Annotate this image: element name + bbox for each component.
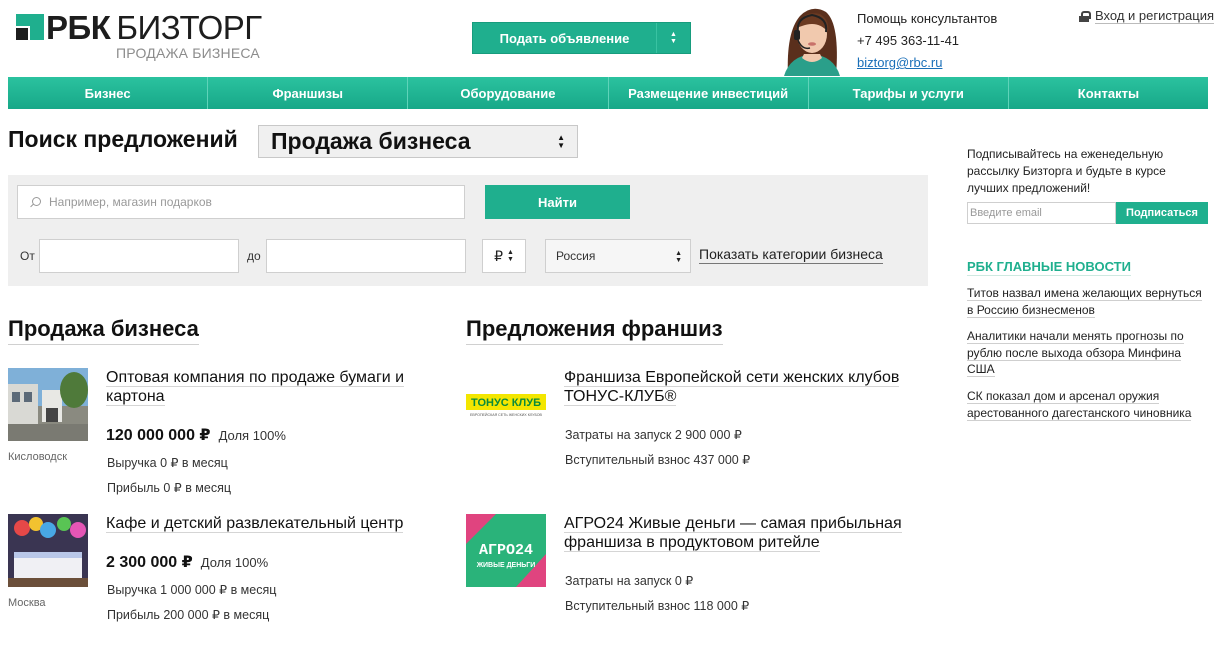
nav-item-franchises[interactable]: Франшизы [208, 77, 409, 109]
updown-arrows-icon: ▲ ▼ [506, 249, 514, 263]
listing-title[interactable]: Кафе и детский развлекательный центр [106, 514, 426, 533]
show-categories-link[interactable]: Показать категории бизнеса [699, 246, 883, 264]
category-select[interactable]: Продажа бизнеса ▲ ▼ [258, 125, 578, 158]
search-placeholder: Например, магазин подарков [49, 195, 212, 209]
listing-price-value: 120 000 000 ₽ [106, 427, 211, 444]
logo[interactable]: РБК БИЗТОРГ ПРОДАЖА БИЗНЕСА [16, 10, 262, 62]
updown-arrows-icon: ▲ ▼ [675, 250, 682, 264]
nav-item-tariffs[interactable]: Тарифы и услуги [809, 77, 1009, 109]
news-item-text: Титов назвал имена желающих вернуться в … [967, 286, 1202, 318]
news-item-text: Аналитики начали менять прогнозы по рубл… [967, 329, 1184, 377]
nav-item-investments[interactable]: Размещение инвестиций [609, 77, 809, 109]
logo-subtitle: ПРОДАЖА БИЗНЕСА [116, 45, 260, 61]
price-to-label: до [247, 249, 261, 263]
franchise-entry-fee: Вступительный взнос 437 000 ₽ [565, 453, 751, 467]
listing-share: Доля 100% [200, 555, 269, 570]
help-email-link[interactable]: biztorg@rbc.ru [857, 52, 997, 74]
franchise-logo-sub: ЕВРОПЕЙСКАЯ СЕТЬ ЖЕНСКИХ КЛУБОВ [470, 413, 543, 417]
find-button[interactable]: Найти [485, 185, 630, 219]
email-placeholder: Введите email [970, 207, 1042, 219]
search-panel: Например, магазин подарков Найти От до ₽… [8, 175, 928, 286]
subscribe-text: Подписывайтесь на еженедельную рассылку … [967, 147, 1166, 195]
help-phone[interactable]: +7 495 363-11-41 [857, 30, 997, 52]
listing-revenue: Выручка 1 000 000 ₽ в месяц [107, 583, 277, 597]
franchise-section-title: Предложения франшиз [466, 316, 723, 345]
logo-biztorg: БИЗТОРГ [116, 9, 262, 46]
news-section-title[interactable]: РБК ГЛАВНЫЕ НОВОСТИ [967, 259, 1131, 276]
franchise-title-text: АГРО24 Живые деньги — самая прибыльная ф… [564, 515, 902, 552]
listing-share: Доля 100% [218, 428, 286, 443]
listing-profit: Прибыль 200 000 ₽ в месяц [107, 608, 270, 622]
listing-city: Москва [8, 597, 46, 609]
franchise-logo[interactable]: АГРО24 ЖИВЫЕ ДЕНЬГИ [466, 514, 546, 587]
login-label: Вход и регистрация [1095, 8, 1215, 24]
franchise-logo-sub: ЖИВЫЕ ДЕНЬГИ [476, 562, 536, 569]
listing-price-value: 2 300 000 ₽ [106, 554, 193, 571]
region-select[interactable]: Россия ▲ ▼ [545, 239, 691, 273]
news-item[interactable]: Титов назвал имена желающих вернуться в … [967, 285, 1207, 318]
currency-value: ₽ [494, 247, 503, 264]
price-from-label: От [20, 249, 35, 263]
listing-title[interactable]: Оптовая компания по продаже бумаги и кар… [106, 368, 426, 406]
logo-text: РБК БИЗТОРГ [46, 10, 262, 46]
franchise-entry-fee: Вступительный взнос 118 000 ₽ [565, 599, 750, 613]
lock-icon [1079, 10, 1091, 22]
region-value: Россия [556, 249, 596, 263]
franchise-title-text: Франшиза Европейской сети женских клубов… [564, 369, 900, 406]
rbc-logo-mark-icon [16, 14, 44, 40]
listing-thumbnail[interactable] [8, 514, 88, 587]
listing-revenue: Выручка 0 ₽ в месяц [107, 456, 228, 470]
business-section-title: Продажа бизнеса [8, 316, 199, 345]
price-from-input[interactable] [39, 239, 239, 273]
post-ad-button[interactable]: Подать объявление ▲ ▼ [472, 22, 691, 54]
news-item[interactable]: СК показал дом и арсенал оружия арестова… [967, 388, 1207, 421]
franchise-launch-cost: Затраты на запуск 0 ₽ [565, 574, 694, 588]
email-field[interactable]: Введите email [967, 202, 1116, 224]
news-item[interactable]: Аналитики начали менять прогнозы по рубл… [967, 328, 1207, 378]
franchise-launch-cost: Затраты на запуск 2 900 000 ₽ [565, 428, 742, 442]
currency-select[interactable]: ₽ ▲ ▼ [482, 239, 526, 273]
price-to-input[interactable] [266, 239, 466, 273]
nav-item-contacts[interactable]: Контакты [1009, 77, 1208, 109]
help-block: Помощь консультантов +7 495 363-11-41 bi… [857, 8, 997, 74]
listing-title-text: Кафе и детский развлекательный центр [106, 515, 404, 533]
main-nav: Бизнес Франшизы Оборудование Размещение … [8, 77, 1208, 109]
updown-arrows-icon: ▲ ▼ [557, 133, 565, 150]
listing-profit: Прибыль 0 ₽ в месяц [107, 481, 232, 495]
franchise-logo[interactable]: ТОНУС КЛУБ ЕВРОПЕЙСКАЯ СЕТЬ ЖЕНСКИХ КЛУБ… [466, 368, 546, 441]
listing-thumbnail[interactable] [8, 368, 88, 441]
login-link[interactable]: Вход и регистрация [1079, 8, 1215, 24]
search-title: Поиск предложений [8, 126, 238, 152]
listing-title-text: Оптовая компания по продаже бумаги и кар… [106, 369, 405, 406]
news-item-text: СК показал дом и арсенал оружия арестова… [967, 389, 1192, 421]
franchise-logo-text: ТОНУС КЛУБ [471, 397, 541, 409]
updown-arrows-icon[interactable]: ▲ ▼ [656, 23, 690, 53]
logo-rbc: РБК [46, 9, 111, 46]
category-select-value: Продажа бизнеса [271, 128, 471, 154]
listing-price: 120 000 000 ₽ Доля 100% [106, 425, 286, 445]
search-icon [30, 196, 41, 208]
nav-item-business[interactable]: Бизнес [8, 77, 209, 109]
listing-price: 2 300 000 ₽ Доля 100% [106, 552, 268, 572]
franchise-title[interactable]: АГРО24 Живые деньги — самая прибыльная ф… [564, 514, 914, 552]
search-input[interactable]: Например, магазин подарков [17, 185, 465, 219]
franchise-logo-text: АГРО24 [479, 542, 533, 559]
listing-city: Кисловодск [8, 451, 68, 463]
post-ad-label: Подать объявление [499, 30, 630, 46]
help-title: Помощь консультантов [857, 11, 998, 26]
nav-item-equipment[interactable]: Оборудование [408, 77, 609, 109]
franchise-title[interactable]: Франшиза Европейской сети женских клубов… [564, 368, 914, 406]
subscribe-button[interactable]: Подписаться [1116, 202, 1208, 224]
consultant-photo [772, 2, 850, 76]
